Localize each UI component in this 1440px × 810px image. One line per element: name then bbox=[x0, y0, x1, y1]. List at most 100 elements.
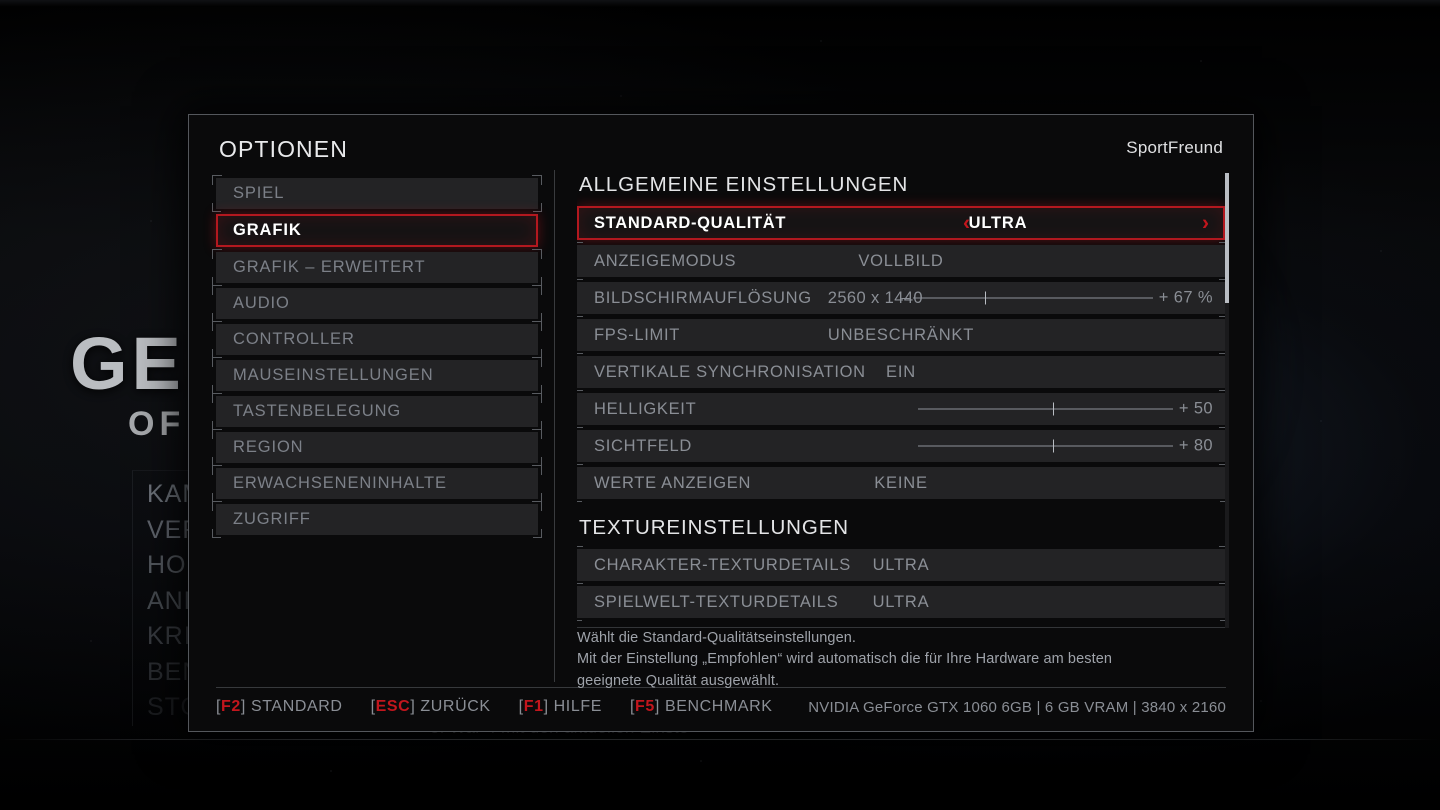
footer-key-f5[interactable]: [F5] BENCHMARK bbox=[630, 698, 773, 716]
section-title-texture: TEXTUREINSTELLUNGEN bbox=[579, 516, 849, 539]
setting-slider[interactable]: – + 67 % bbox=[901, 289, 1213, 308]
settings-category-list: SPIEL GRAFIK GRAFIK – ERWEITERT AUDIO CONTRO… bbox=[212, 175, 542, 540]
scrollbar-thumb[interactable] bbox=[1225, 173, 1229, 303]
slider-value: + 80 bbox=[1178, 436, 1213, 455]
corner-bracket-icon bbox=[577, 271, 582, 280]
setting-label: ANZEIGEMODUS bbox=[594, 251, 737, 270]
game-logo-line1: GE bbox=[70, 322, 185, 405]
description-line-3: geeignete Qualität ausgewählt. bbox=[577, 672, 780, 689]
setting-slider[interactable]: + 80 bbox=[917, 436, 1213, 456]
panel-header: OPTIONEN SportFreund bbox=[189, 115, 1253, 175]
slider-handle[interactable] bbox=[1052, 402, 1054, 416]
game-logo-line2: OF bbox=[128, 405, 186, 443]
corner-bracket-icon bbox=[533, 421, 542, 430]
corner-bracket-icon bbox=[533, 457, 542, 466]
setting-row-fps-limit[interactable]: FPS-LIMIT UNBESCHRÄNKT bbox=[577, 316, 1225, 354]
settings-list: ALLGEMEINE EINSTELLUNGEN STANDARD-QUALITÄ… bbox=[577, 173, 1225, 628]
corner-bracket-icon bbox=[212, 277, 221, 286]
setting-row-anzeigemodus[interactable]: ANZEIGEMODUS VOLLBILD bbox=[577, 242, 1225, 280]
corner-bracket-icon bbox=[212, 493, 221, 502]
corner-bracket-icon bbox=[533, 529, 542, 538]
sidebar-item-label: MAUSEINSTELLUNGEN bbox=[233, 366, 434, 384]
key-action-label: HILFE bbox=[553, 698, 602, 715]
corner-bracket-icon bbox=[212, 313, 221, 322]
setting-label: SICHTFELD bbox=[594, 436, 692, 455]
setting-row-sichtfeld[interactable]: SICHTFELD + 80 bbox=[577, 427, 1225, 465]
bracket-close: ] bbox=[543, 698, 549, 715]
corner-bracket-icon bbox=[577, 419, 582, 428]
corner-bracket-icon bbox=[533, 349, 542, 358]
corner-bracket-icon bbox=[212, 457, 221, 466]
slider-track[interactable] bbox=[912, 291, 1153, 305]
corner-bracket-icon bbox=[533, 277, 542, 286]
sidebar-item-audio[interactable]: AUDIO bbox=[212, 285, 542, 322]
background-divider bbox=[0, 739, 1440, 740]
setting-row-bildschirmaufl-sung[interactable]: BILDSCHIRMAUFLÖSUNG 2560 x 1440– + 67 % bbox=[577, 279, 1225, 317]
corner-bracket-icon bbox=[212, 349, 221, 358]
corner-bracket-icon bbox=[533, 385, 542, 394]
corner-bracket-icon bbox=[577, 308, 582, 317]
setting-label: CHARAKTER-TEXTURDETAILS bbox=[594, 555, 851, 574]
slider-minus-icon[interactable]: – bbox=[901, 290, 909, 307]
footer-separator bbox=[216, 687, 1226, 688]
bracket-close: ] bbox=[654, 698, 660, 715]
slider-track[interactable] bbox=[917, 402, 1173, 416]
setting-label: WERTE ANZEIGEN bbox=[594, 473, 752, 492]
setting-row-standard-qualit-t[interactable]: STANDARD-QUALITÄT ULTRA ‹ › bbox=[577, 206, 1225, 240]
sidebar-item-region[interactable]: REGION bbox=[212, 429, 542, 466]
sidebar-item-controller[interactable]: CONTROLLER bbox=[212, 321, 542, 358]
corner-bracket-icon bbox=[212, 529, 221, 538]
key-name: F1 bbox=[523, 698, 544, 715]
setting-row-vertikale-synchronisation[interactable]: VERTIKALE SYNCHRONISATION EIN bbox=[577, 353, 1225, 391]
bracket-close: ] bbox=[240, 698, 246, 715]
corner-bracket-icon bbox=[533, 203, 542, 212]
corner-bracket-icon bbox=[212, 203, 221, 212]
footer-key-f1[interactable]: [F1] HILFE bbox=[519, 698, 602, 716]
footer-key-esc[interactable]: [ESC] ZURÜCK bbox=[371, 698, 491, 716]
sidebar-item-spiel[interactable]: SPIEL bbox=[212, 175, 542, 212]
corner-bracket-icon bbox=[577, 456, 582, 465]
setting-label: VERTIKALE SYNCHRONISATION bbox=[594, 362, 866, 381]
slider-handle[interactable] bbox=[984, 291, 986, 305]
corner-bracket-icon bbox=[212, 385, 221, 394]
sidebar-item-mauseinstellungen[interactable]: MAUSEINSTELLUNGEN bbox=[212, 357, 542, 394]
description-line-1: Wählt die Standard-Qualitätseinstellunge… bbox=[577, 630, 857, 646]
setting-row-spielwelt-texturdetails[interactable]: SPIELWELT-TEXTURDETAILS ULTRA bbox=[577, 583, 1225, 621]
key-name: ESC bbox=[375, 698, 411, 715]
footer-key-f2[interactable]: [F2] STANDARD bbox=[216, 698, 343, 716]
footer-key-hints: [F2] STANDARD [ESC] ZURÜCK [F1] HILFE [F5] BENC… bbox=[216, 698, 801, 716]
sidebar-item-tastenbelegung[interactable]: TASTENBELEGUNG bbox=[212, 393, 542, 430]
sidebar-item-zugriff[interactable]: ZUGRIFF bbox=[212, 501, 542, 538]
slider-value: + 67 % bbox=[1158, 288, 1213, 307]
sidebar-item-label: CONTROLLER bbox=[233, 330, 355, 348]
sidebar-item-grafik-erweitert[interactable]: GRAFIK – ERWEITERT bbox=[212, 249, 542, 286]
setting-description: Wählt die Standard-Qualitätseinstellunge… bbox=[577, 628, 1237, 692]
setting-row-charakter-texturdetails[interactable]: CHARAKTER-TEXTURDETAILS ULTRA bbox=[577, 546, 1225, 584]
corner-bracket-icon bbox=[577, 612, 582, 621]
sidebar-item-label: ZUGRIFF bbox=[233, 510, 311, 528]
setting-row-werte-anzeigen[interactable]: WERTE ANZEIGEN KEINE bbox=[577, 464, 1225, 502]
corner-bracket-icon bbox=[533, 313, 542, 322]
settings-scrollbar[interactable] bbox=[1225, 173, 1229, 628]
sidebar-item-grafik[interactable]: GRAFIK bbox=[216, 214, 538, 247]
slider-track[interactable] bbox=[917, 439, 1173, 453]
corner-bracket-icon bbox=[577, 575, 582, 584]
slider-handle[interactable] bbox=[1052, 439, 1054, 453]
setting-value: ULTRA bbox=[968, 213, 1028, 232]
sidebar-item-erwachseneninhalte[interactable]: ERWACHSENENINHALTE bbox=[212, 465, 542, 502]
corner-bracket-icon bbox=[577, 493, 582, 502]
setting-row-helligkeit[interactable]: HELLIGKEIT + 50 bbox=[577, 390, 1225, 428]
next-value-arrow-icon[interactable]: › bbox=[1202, 213, 1209, 234]
corner-bracket-icon bbox=[577, 382, 582, 391]
sidebar-item-label: SPIEL bbox=[233, 184, 285, 202]
setting-slider[interactable]: + 50 bbox=[917, 399, 1213, 419]
section-title-general: ALLGEMEINE EINSTELLUNGEN bbox=[579, 173, 909, 196]
slider-value: + 50 bbox=[1178, 399, 1213, 418]
previous-value-arrow-icon[interactable]: ‹ bbox=[963, 213, 970, 234]
footer-bar: [F2] STANDARD [ESC] ZURÜCK [F1] HILFE [F5] BENC… bbox=[216, 692, 1226, 722]
key-action-label: ZURÜCK bbox=[420, 698, 491, 715]
setting-label: STANDARD-QUALITÄT bbox=[594, 213, 787, 232]
description-line-2: Mit der Einstellung „Empfohlen“ wird aut… bbox=[577, 651, 1113, 668]
sidebar-item-label: TASTENBELEGUNG bbox=[233, 402, 402, 420]
user-name: SportFreund bbox=[1126, 138, 1223, 157]
